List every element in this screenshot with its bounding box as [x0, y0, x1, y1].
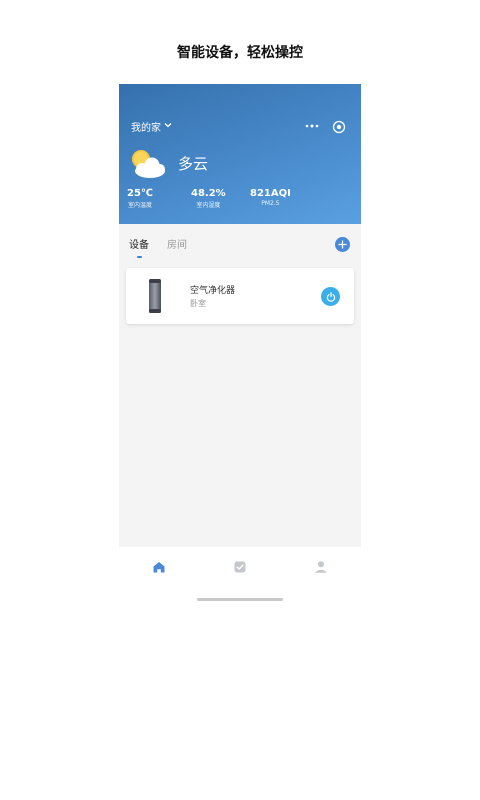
page-headline: 智能设备，轻松操控 [177, 45, 303, 61]
power-toggle-button[interactable] [321, 287, 340, 306]
air-purifier-image [148, 278, 162, 314]
power-icon [326, 291, 335, 302]
phone-screen: 我的家 多云 25℃ 室内温度 48.2% 室内湿度 821AQI PM2.5 … [119, 84, 361, 547]
stat-pm25-label: PM2.5 [261, 200, 280, 207]
device-room-tabs: 设备 房间 [119, 236, 361, 258]
device-card[interactable]: 空气净化器 卧室 [126, 268, 354, 324]
scan-target-icon[interactable] [332, 119, 346, 134]
tab-rooms[interactable]: 房间 [167, 236, 187, 251]
stat-temperature: 25℃ 室内温度 [127, 188, 153, 209]
partly-cloudy-icon [128, 148, 168, 180]
stat-pm25-value: 821AQI [250, 188, 291, 199]
plus-icon [338, 240, 347, 249]
stat-pm25: 821AQI PM2.5 [250, 188, 291, 207]
stat-humidity-label: 室内湿度 [196, 202, 221, 209]
stat-humidity: 48.2% 室内湿度 [191, 188, 226, 209]
active-tab-indicator [137, 256, 142, 258]
more-options-icon[interactable] [303, 121, 321, 131]
task-check-icon[interactable] [232, 559, 248, 575]
home-icon[interactable] [151, 559, 167, 575]
stat-humidity-value: 48.2% [191, 188, 226, 199]
device-name: 空气净化器 [190, 286, 236, 296]
add-device-button[interactable] [335, 237, 350, 252]
weather-header: 我的家 多云 25℃ 室内温度 48.2% 室内湿度 821AQI PM2.5 [119, 84, 361, 224]
stat-temperature-value: 25℃ [127, 188, 154, 199]
home-selector[interactable]: 我的家 [131, 119, 172, 134]
profile-icon[interactable] [313, 559, 329, 575]
chevron-down-icon [164, 122, 172, 131]
tab-devices[interactable]: 设备 [129, 236, 149, 251]
bottom-navigation [119, 547, 361, 587]
weather-description: 多云 [178, 155, 209, 173]
stat-temperature-label: 室内温度 [128, 202, 153, 209]
home-selector-label: 我的家 [131, 123, 161, 134]
home-indicator-bar [197, 598, 283, 601]
device-room: 卧室 [190, 299, 206, 308]
